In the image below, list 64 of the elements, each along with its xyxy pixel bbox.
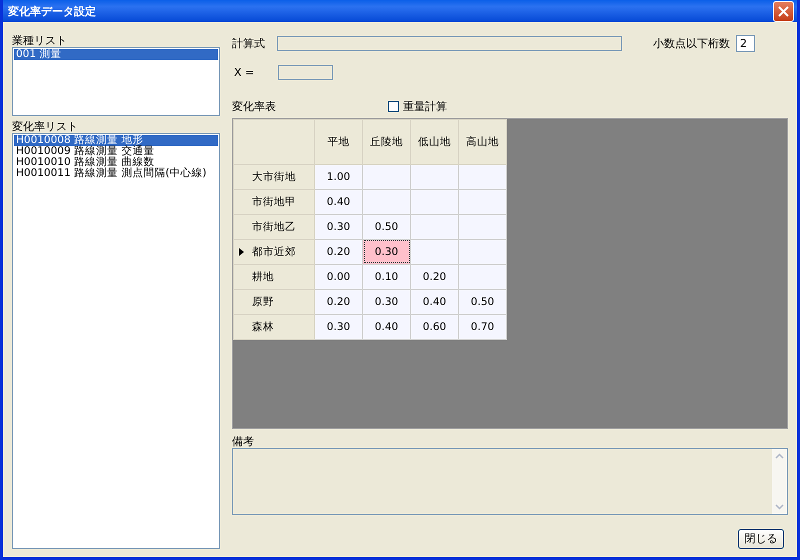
table-cell[interactable] [458,214,506,240]
table-cell[interactable] [458,264,506,290]
column-header[interactable]: 丘陵地 [362,119,410,164]
formula-field[interactable] [277,36,622,50]
table-cell[interactable] [458,189,506,214]
table-cell[interactable]: 0.30 [362,289,410,314]
column-header[interactable]: 低山地 [410,119,458,164]
row-header: 森林 [252,320,274,333]
checkbox-label: 重量計算 [403,100,447,114]
table-cell[interactable] [458,164,506,190]
table-cell[interactable]: 0.40 [314,189,362,214]
table-cell[interactable] [410,239,458,264]
table-cell[interactable]: 0.30 [314,314,362,340]
list-item[interactable]: H0010009 路線測量 交通量 [14,146,218,157]
list-item[interactable]: H0010008 路線測量 地形 [14,135,218,146]
close-icon [778,6,789,16]
row-header: 市街地甲 [252,196,296,208]
close-button[interactable] [773,0,794,22]
list-label: 変化率リスト [12,120,79,133]
table-cell[interactable]: 1.00 [314,164,362,190]
table-label: 変化率表 [232,100,277,114]
row-header: 原野 [252,296,274,308]
list-item[interactable]: H0010011 路線測量 測点間隔(中心線) [14,168,218,179]
table-cell[interactable] [362,189,410,214]
rate-list[interactable]: H0010008 路線測量 地形 H0010009 路線測量 交通量 H0010010 路線測量 曲線数 H0010011 路線測量 測点間隔(中心線) [12,133,220,549]
table-cell[interactable]: 0.50 [458,289,506,314]
table-cell[interactable]: 0.40 [362,314,410,340]
list-item[interactable]: 001 測量 [14,49,218,60]
table-cell[interactable] [410,189,458,214]
list-item[interactable]: H0010010 路線測量 曲線数 [14,157,218,168]
table-cell[interactable]: 0.50 [362,214,410,240]
table-cell[interactable] [458,239,506,264]
notes-label: 備考 [232,434,255,448]
table-cell[interactable]: 0.20 [314,289,362,314]
row-header: 大市街地 [252,170,296,183]
table-cell[interactable]: 0.20 [410,264,458,290]
formula-label: 計算式 [232,36,266,50]
table-cell[interactable] [362,164,410,190]
table-cell[interactable] [410,214,458,240]
decimals-label: 小数点以下桁数 [653,36,730,50]
table-cell[interactable]: 0.20 [314,239,362,264]
table-cell[interactable]: 0.30 [362,239,410,264]
table-cell[interactable]: 0.70 [458,314,506,340]
row-header: 都市近郊 [252,246,296,258]
table-cell[interactable]: 0.40 [410,289,458,314]
table-cell[interactable]: 0.60 [410,314,458,340]
table-cell[interactable]: 0.30 [314,214,362,240]
x-field[interactable] [278,65,333,80]
column-header[interactable]: 高山地 [458,119,506,164]
checkbox[interactable] [388,101,399,112]
table-cell[interactable] [410,164,458,190]
industry-list[interactable]: 001 測量 [12,47,220,116]
row-header: 市街地乙 [252,220,296,233]
x-label: X = [233,66,256,80]
scrollbar[interactable] [772,448,787,514]
decimals-field[interactable]: 2 [736,34,755,52]
column-header[interactable]: 平地 [314,119,362,164]
window-title: 変化率データ設定 [8,4,96,18]
close-dialog-button[interactable]: 閉じる [738,528,784,549]
table-cell[interactable]: 0.00 [314,264,362,290]
notes-field[interactable] [232,448,788,515]
row-header: 耕地 [252,270,274,283]
table-cell[interactable]: 0.10 [362,264,410,290]
list-label: 業種リスト [12,34,68,47]
